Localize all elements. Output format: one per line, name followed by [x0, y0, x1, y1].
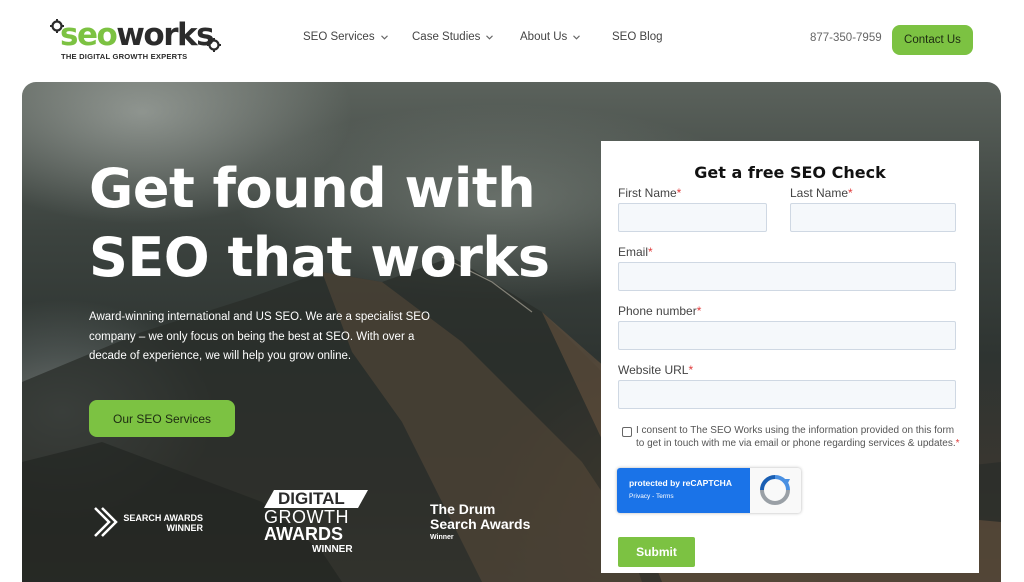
consent-checkbox[interactable]	[622, 427, 632, 437]
hero-headline-line2: SEO that works	[89, 226, 550, 289]
contact-us-button[interactable]: Contact Us	[892, 25, 973, 55]
search-awards-badge: SEARCH AWARDS WINNER	[93, 506, 213, 540]
phone-field[interactable]	[618, 321, 956, 350]
digital-growth-awards-badge: DIGITAL GROWTH AWARDS WINNER	[264, 489, 370, 559]
email-field[interactable]	[618, 262, 956, 291]
recaptcha-icon	[760, 475, 790, 505]
our-seo-services-button[interactable]: Our SEO Services	[89, 400, 235, 437]
recaptcha-label: protected by reCAPTCHA	[629, 478, 732, 488]
chevron-down-icon	[380, 34, 388, 40]
nav-case-studies[interactable]: Case Studies	[412, 31, 494, 43]
hero-headline-line1: Get found with	[89, 157, 536, 220]
form-title: Get a free SEO Check	[694, 163, 886, 182]
recaptcha-widget[interactable]: protected by reCAPTCHA Privacy - Terms	[617, 468, 801, 513]
last-name-field[interactable]	[790, 203, 956, 232]
logo-wordmark: seoworks	[60, 17, 215, 53]
first-name-label: First Name*	[618, 186, 682, 200]
drum-search-awards-badge: The Drum Search Awards Winner	[430, 501, 531, 542]
hero-headline: Get found with SEO that works	[89, 154, 569, 292]
search-awards-line2: WINNER	[166, 522, 204, 533]
seoworks-logo[interactable]: seoworks THE DIGITAL GROWTH EXPERTS	[50, 14, 225, 64]
nav-seo-blog[interactable]: SEO Blog	[612, 31, 663, 43]
recaptcha-links[interactable]: Privacy - Terms	[629, 493, 674, 500]
email-label: Email*	[618, 245, 653, 259]
site-header: seoworks THE DIGITAL GROWTH EXPERTS SEO …	[0, 0, 1024, 82]
logo-tagline: THE DIGITAL GROWTH EXPERTS	[61, 52, 188, 61]
phone-label: Phone number*	[618, 304, 702, 318]
submit-button[interactable]: Submit	[618, 537, 695, 567]
chevron-down-icon	[486, 34, 494, 40]
hero-description: Award-winning international and US SEO. …	[89, 311, 430, 362]
consent-text: I consent to The SEO Works using the inf…	[636, 425, 960, 449]
website-label: Website URL*	[618, 363, 694, 377]
phone-number[interactable]: 877-350-7959	[810, 32, 882, 44]
first-name-field[interactable]	[618, 203, 767, 232]
seo-check-form: Get a free SEO Check First Name* Last Na…	[601, 141, 979, 573]
award-arrow-icon	[94, 507, 118, 537]
nav-seo-services[interactable]: SEO Services	[303, 31, 388, 43]
last-name-label: Last Name*	[790, 186, 853, 200]
website-url-field[interactable]	[618, 380, 956, 409]
nav-about-us[interactable]: About Us	[520, 31, 581, 43]
chevron-down-icon	[573, 34, 581, 40]
